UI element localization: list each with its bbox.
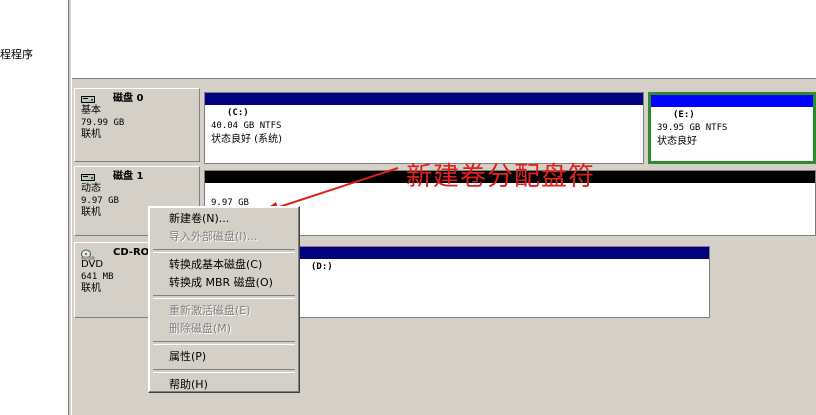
left-tree-pane: 程程序 bbox=[0, 0, 68, 415]
disk-row-0: 磁盘 0 基本 79.99 GB 联机 (C:) 40.04 GB NTFS 状… bbox=[74, 88, 816, 164]
menu-item-new-volume[interactable]: 新建卷(N)... bbox=[151, 210, 297, 228]
volume-letter: (D:) bbox=[311, 262, 333, 272]
menu-item-convert-to-mbr[interactable]: 转换成 MBR 磁盘(O) bbox=[151, 274, 297, 292]
volume-health: 状态良好 bbox=[657, 136, 697, 147]
volume-letter: (E:) bbox=[673, 110, 695, 120]
disk-size: 79.99 GB bbox=[81, 118, 125, 128]
volume-health: 状态良好 (系统) bbox=[211, 134, 282, 145]
disk-name: 磁盘 1 bbox=[113, 171, 144, 182]
menu-item-convert-to-basic[interactable]: 转换成基本磁盘(C) bbox=[151, 256, 297, 274]
menu-item-reactivate-disk[interactable]: 重新激活磁盘(E) bbox=[151, 302, 297, 320]
disk-label-0[interactable]: 磁盘 0 基本 79.99 GB 联机 bbox=[74, 88, 200, 162]
cd-drive-icon bbox=[81, 249, 95, 259]
menu-item-help[interactable]: 帮助(H) bbox=[151, 376, 297, 394]
context-menu: 新建卷(N)... 导入外部磁盘(I)... 转换成基本磁盘(C) 转换成 MB… bbox=[148, 206, 300, 393]
menu-separator bbox=[153, 369, 295, 373]
disk-type: 动态 bbox=[81, 183, 101, 194]
disk-name: 磁盘 0 bbox=[113, 93, 144, 104]
volume-bar bbox=[651, 95, 813, 107]
disk-status: 联机 bbox=[81, 129, 101, 140]
volume-e[interactable]: (E:) 39.95 GB NTFS 状态良好 bbox=[648, 92, 816, 164]
volume-health: 未指派 bbox=[211, 210, 809, 223]
hard-disk-icon bbox=[81, 95, 95, 104]
volume-bar bbox=[205, 93, 643, 105]
volume-list-pane bbox=[72, 0, 816, 79]
menu-separator bbox=[153, 295, 295, 299]
tree-item-text[interactable]: 程程序 bbox=[0, 46, 33, 62]
volume-size: 40.04 GB NTFS bbox=[211, 121, 282, 131]
menu-separator bbox=[153, 341, 295, 345]
menu-item-remove-disk[interactable]: 删除磁盘(M) bbox=[151, 320, 297, 338]
hard-disk-icon bbox=[81, 173, 95, 182]
volume-c[interactable]: (C:) 40.04 GB NTFS 状态良好 (系统) bbox=[204, 92, 644, 164]
volume-size: 39.95 GB NTFS bbox=[657, 123, 728, 133]
menu-separator bbox=[153, 249, 295, 253]
menu-item-properties[interactable]: 属性(P) bbox=[151, 348, 297, 366]
menu-item-import-foreign-disks[interactable]: 导入外部磁盘(I)... bbox=[151, 228, 297, 246]
annotation-text: 新建卷分配盘符 bbox=[406, 162, 596, 192]
disk-type: 基本 bbox=[81, 105, 101, 116]
volume-letter: (C:) bbox=[227, 108, 249, 118]
volume-size: 9.97 GB bbox=[211, 198, 249, 208]
